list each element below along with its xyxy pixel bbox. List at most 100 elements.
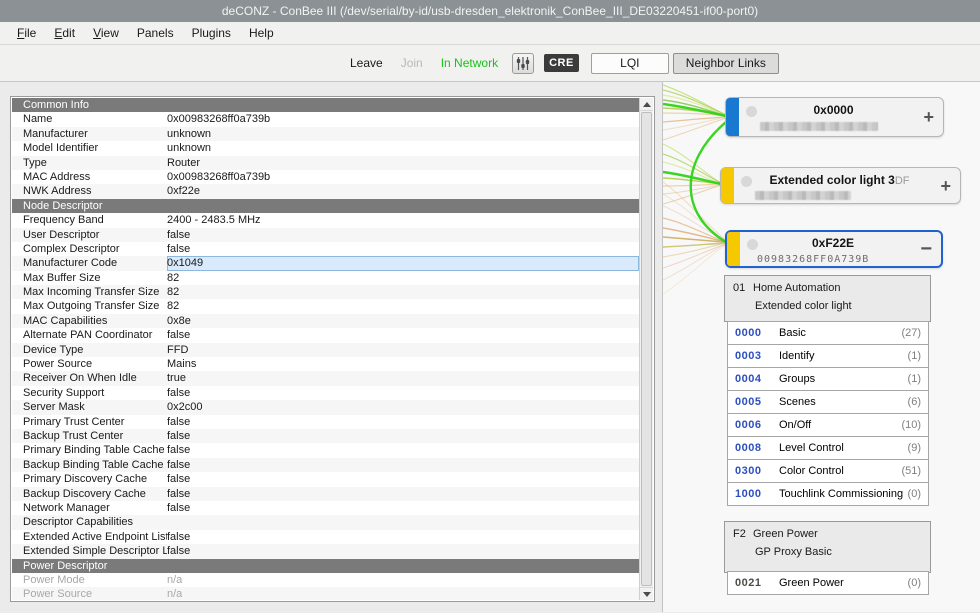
table-row[interactable]: NWK Address0xf22e [12,184,639,198]
table-row[interactable]: Extended Active Endpoint Listfalse [12,530,639,544]
table-row[interactable]: Receiver On When Idletrue [12,371,639,385]
table-row[interactable]: Server Mask0x2c00 [12,400,639,414]
cluster-row-0006[interactable]: 0006On/Off(10) [727,413,929,437]
row-label: Primary Trust Center [12,415,167,429]
menu-item-file[interactable]: File [8,24,45,42]
sliders-icon [515,56,531,71]
row-value: n/a [167,573,639,587]
cluster-row-0004[interactable]: 0004Groups(1) [727,367,929,391]
table-row[interactable]: Primary Trust Centerfalse [12,415,639,429]
table-row[interactable]: Device TypeFFD [12,343,639,357]
table-row[interactable]: Primary Binding Table Cachefalse [12,443,639,457]
row-label: MAC Capabilities [12,314,167,328]
cluster-row-0300[interactable]: 0300Color Control(51) [727,459,929,483]
table-row[interactable]: Descriptor Capabilities [12,515,639,529]
table-row[interactable]: Max Incoming Transfer Size82 [12,285,639,299]
cluster-row-1000[interactable]: 1000Touchlink Commissioning(0) [727,482,929,506]
neighbor-links-button[interactable]: Neighbor Links [673,53,779,74]
table-row[interactable]: Backup Discovery Cachefalse [12,487,639,501]
row-value: 2400 - 2483.5 MHz [167,213,639,227]
table-scrollbar[interactable] [639,98,653,600]
endpoint-profile: Green Power [753,528,818,540]
sliders-icon-button[interactable] [512,53,534,74]
row-label: Complex Descriptor [12,242,167,256]
row-label: Alternate PAN Coordinator [12,328,167,342]
firmware-badge: CRE [544,54,579,72]
cluster-row-0000[interactable]: 0000Basic(27) [727,321,929,345]
row-label: Receiver On When Idle [12,371,167,385]
table-row[interactable]: Network Managerfalse [12,501,639,515]
cluster-row-0021[interactable]: 0021Green Power(0) [727,571,929,595]
cluster-count: (51) [901,465,921,477]
menu-item-help[interactable]: Help [240,24,283,42]
row-label: Max Incoming Transfer Size [12,285,167,299]
table-row[interactable]: Power Moden/a [12,573,639,587]
table-row[interactable]: Max Outgoing Transfer Size82 [12,299,639,313]
title-bar: deCONZ - ConBee III (/dev/serial/by-id/u… [0,0,980,22]
cluster-count: (1) [908,373,921,385]
table-row[interactable]: Manufacturer Code0x1049 [12,256,639,270]
table-row[interactable]: Power SourceMains [12,357,639,371]
table-row[interactable]: Power Sourcen/a [12,587,639,600]
endpoint-device: Extended color light [733,300,922,312]
table-row[interactable]: Backup Trust Centerfalse [12,429,639,443]
table-row[interactable]: MAC Address0x00983268ff0a739b [12,170,639,184]
menu-item-plugins[interactable]: Plugins [183,24,240,42]
menu-item-view[interactable]: View [84,24,128,42]
node-coordinator[interactable]: 0x0000 + [725,97,944,137]
leave-button[interactable]: Leave [350,56,383,70]
table-row[interactable]: Max Buffer Size82 [12,271,639,285]
row-value: false [167,429,639,443]
node-extended-color-light[interactable]: Extended color light 3DF + [720,167,961,204]
scroll-down-button[interactable] [640,587,653,600]
menu-item-panels[interactable]: Panels [128,24,183,42]
row-value: false [167,487,639,501]
row-value: false [167,530,639,544]
menu-bar: FileEditViewPanelsPluginsHelp [0,22,980,45]
row-label: Power Mode [12,573,167,587]
table-row[interactable]: Model Identifierunknown [12,141,639,155]
row-value: 82 [167,285,639,299]
table-row[interactable]: TypeRouter [12,156,639,170]
row-value: 0x2c00 [167,400,639,414]
table-row[interactable]: Alternate PAN Coordinatorfalse [12,328,639,342]
lqi-button[interactable]: LQI [591,53,669,74]
node-0xf22e[interactable]: 0xF22E 00983268FF0A739B − [725,230,943,268]
expand-button[interactable]: + [923,108,934,126]
endpoint-header-01: 01Home Automation Extended color light [724,275,931,322]
row-label: Max Buffer Size [12,271,167,285]
row-label: Power Source [12,357,167,371]
scroll-up-button[interactable] [640,98,653,111]
expand-button[interactable]: + [940,177,951,195]
cluster-name: Green Power [771,577,908,589]
cluster-row-0008[interactable]: 0008Level Control(9) [727,436,929,460]
row-label: Power Source [12,587,167,600]
table-row[interactable]: Primary Discovery Cachefalse [12,472,639,486]
row-label: Manufacturer [12,127,167,141]
collapse-button[interactable]: − [920,239,932,259]
table-row[interactable]: MAC Capabilities0x8e [12,314,639,328]
cluster-row-0005[interactable]: 0005Scenes(6) [727,390,929,414]
table-row[interactable]: User Descriptorfalse [12,228,639,242]
row-label: Descriptor Capabilities [12,515,167,529]
node-title-suffix: DF [895,175,910,187]
table-row[interactable]: Backup Binding Table Cachefalse [12,458,639,472]
table-row[interactable]: Security Supportfalse [12,386,639,400]
row-value: 0x1049 [167,256,639,270]
row-label: Primary Discovery Cache [12,472,167,486]
cluster-name: Identify [771,350,908,362]
scrollbar-thumb[interactable] [641,112,652,586]
table-row[interactable]: Manufacturerunknown [12,127,639,141]
menu-item-edit[interactable]: Edit [45,24,84,42]
row-label: Manufacturer Code [12,256,167,270]
endpoint-id: 01 [733,282,753,294]
table-row[interactable]: Frequency Band2400 - 2483.5 MHz [12,213,639,227]
table-row[interactable]: Complex Descriptorfalse [12,242,639,256]
row-value: false [167,328,639,342]
table-row[interactable]: Extended Simple Descriptor Listfalse [12,544,639,558]
endpoint-device: GP Proxy Basic [733,546,922,558]
row-label: Backup Binding Table Cache [12,458,167,472]
cluster-row-0003[interactable]: 0003Identify(1) [727,344,929,368]
row-label: Server Mask [12,400,167,414]
table-row[interactable]: Name0x00983268ff0a739b [12,112,639,126]
